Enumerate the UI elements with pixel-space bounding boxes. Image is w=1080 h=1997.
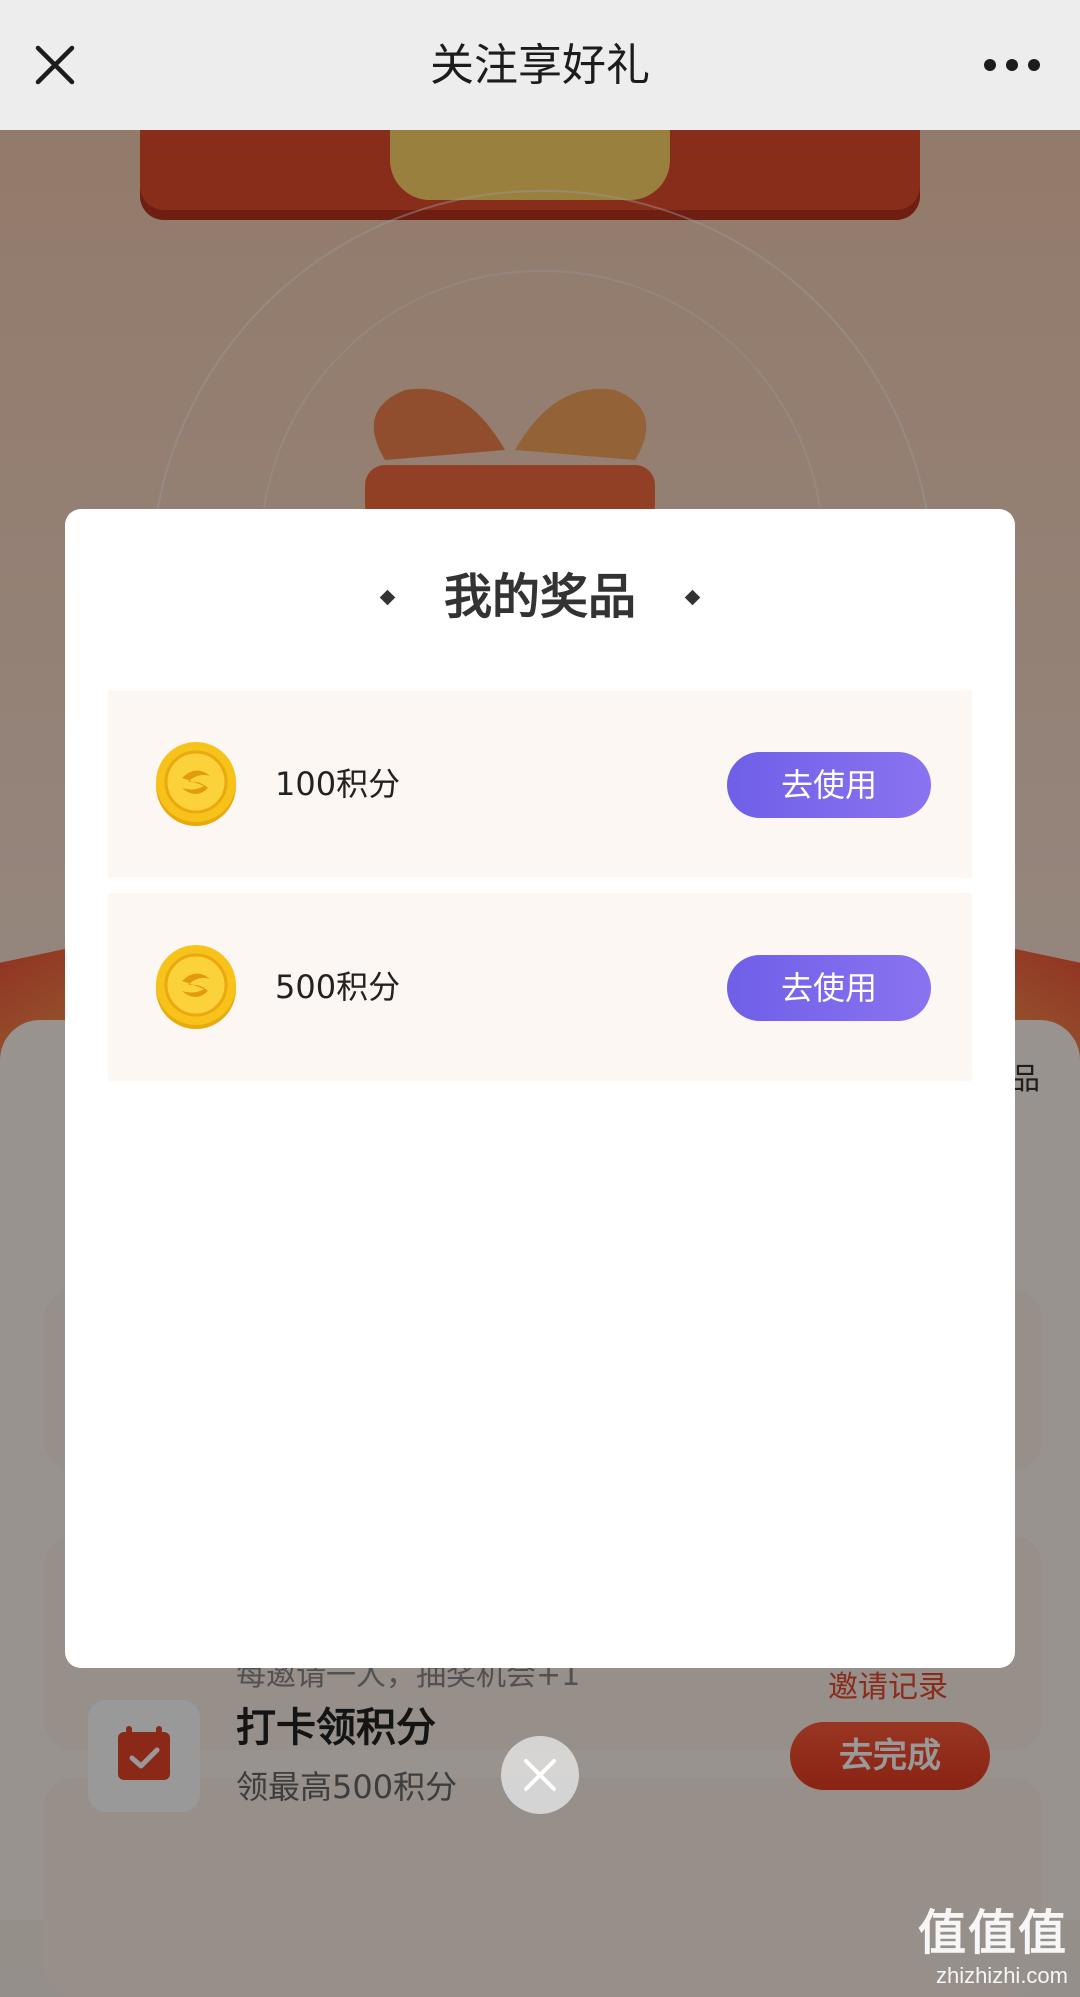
points-coin-icon [156, 945, 236, 1029]
modal-header: 我的奖品 [65, 557, 1015, 637]
my-prizes-modal: 我的奖品 100积分 去使用 500积分 去使用 [65, 509, 1015, 1668]
watermark: 值值值 zhizhizhi.com [918, 1893, 1068, 1989]
modal-close-button[interactable] [501, 1736, 579, 1814]
watermark-domain: zhizhizhi.com [935, 1963, 1068, 1988]
top-navbar: 关注享好礼 [0, 0, 1080, 130]
watermark-logo-text: 值值值 [917, 1905, 1068, 1961]
page-title: 关注享好礼 [430, 40, 650, 91]
more-options-icon[interactable] [982, 52, 1042, 78]
prize-item: 500积分 去使用 [108, 893, 972, 1081]
use-button[interactable]: 去使用 [727, 955, 931, 1021]
use-button[interactable]: 去使用 [727, 752, 931, 818]
page: ? 品 每邀请一人，抽奖机会+1 邀请记录 打卡领积分 领最高500积分 去完成… [0, 0, 1080, 1997]
modal-title: 我的奖品 [443, 569, 636, 625]
diamond-right-icon [684, 589, 701, 605]
prize-label: 500积分 [275, 968, 401, 1006]
diamond-left-icon [379, 589, 396, 605]
prize-label: 100积分 [275, 765, 401, 803]
close-icon [524, 1759, 556, 1791]
points-coin-icon [156, 742, 236, 826]
prize-item: 100积分 去使用 [108, 690, 972, 878]
